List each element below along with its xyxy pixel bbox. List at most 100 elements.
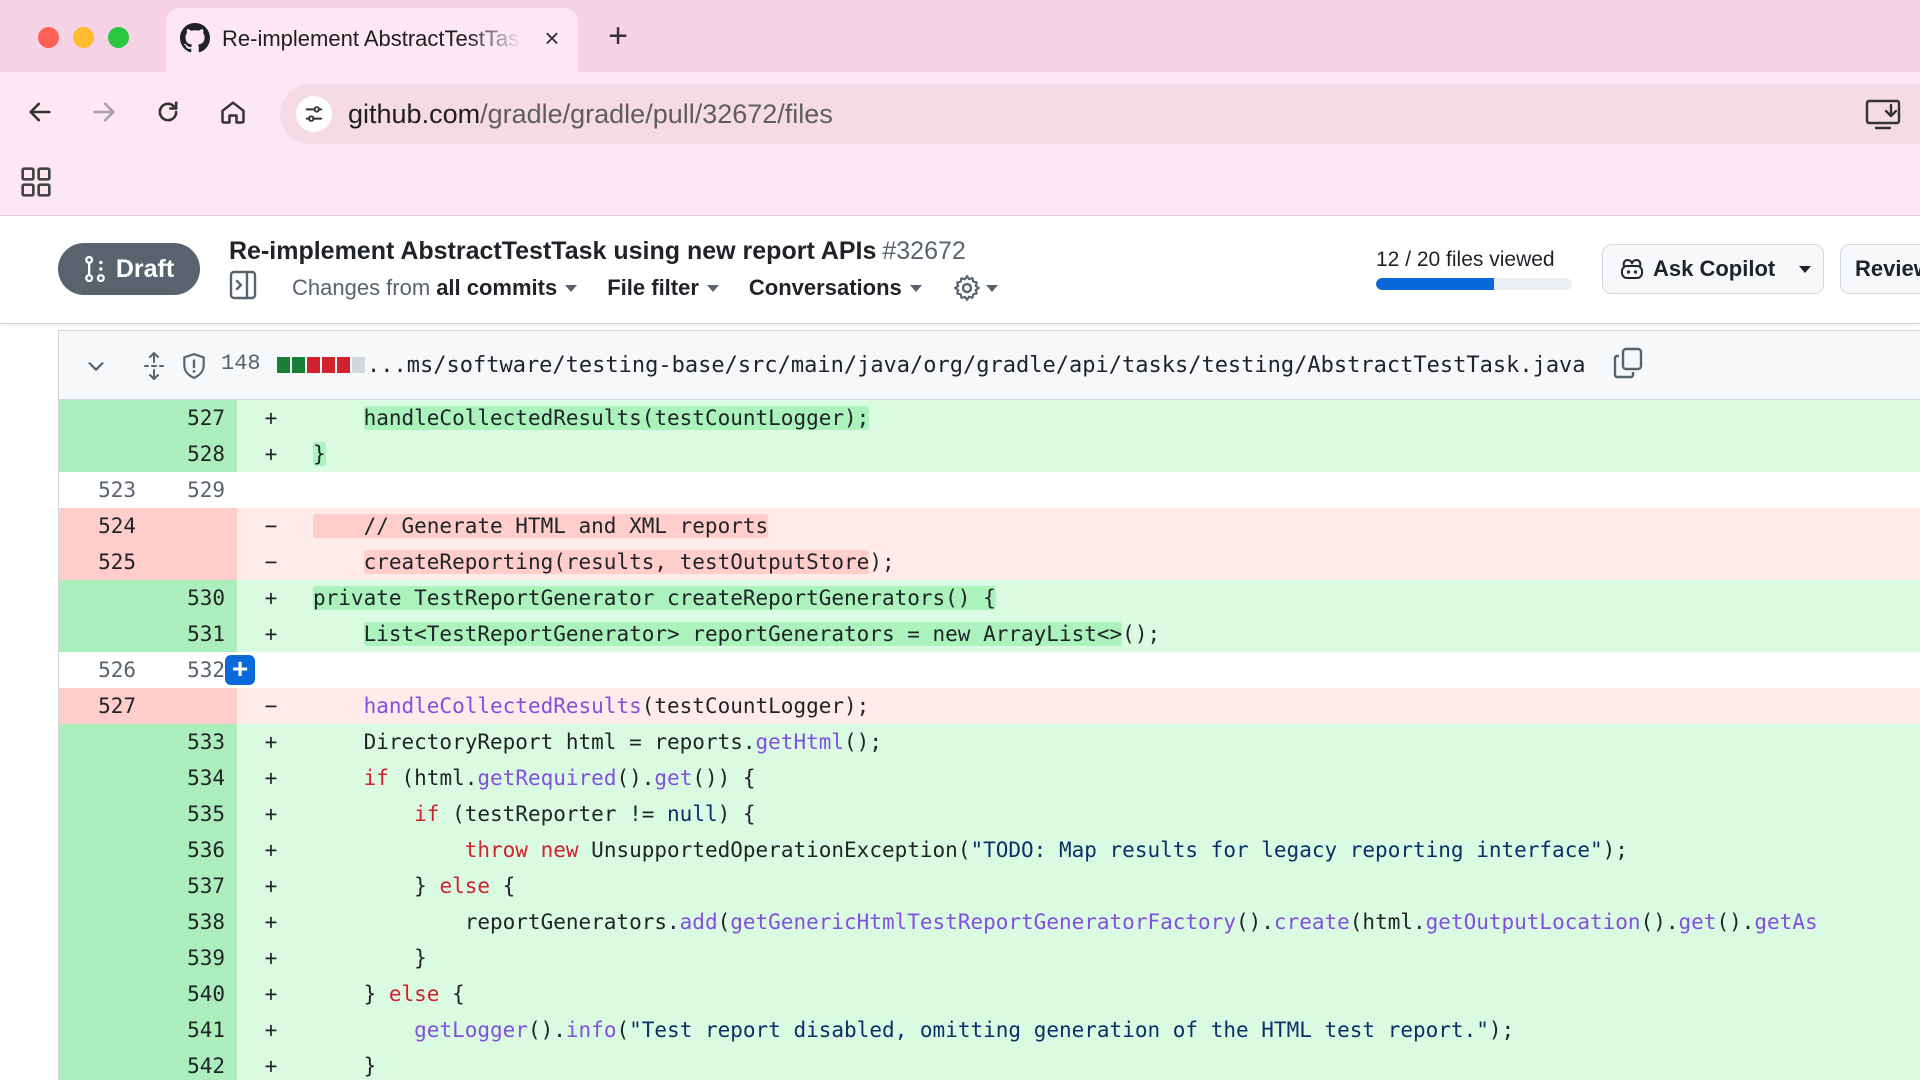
new-line-number[interactable]: 540 (148, 976, 237, 1012)
new-line-number[interactable]: 528 (148, 436, 237, 472)
new-line-number[interactable]: 530 (148, 580, 237, 616)
diffstat-square (352, 357, 365, 373)
code-token: new (540, 838, 579, 862)
code-line: handleCollectedResults(testCountLogger); (297, 688, 1920, 724)
old-line-number[interactable] (59, 796, 148, 832)
browser-toolbar: github.com/gradle/gradle/pull/32672/file… (0, 72, 1920, 152)
minimize-window-button[interactable] (73, 27, 94, 48)
old-line-number[interactable] (59, 1048, 148, 1080)
diff-row-added: 528 +} (59, 436, 1920, 472)
old-line-number[interactable] (59, 724, 148, 760)
old-line-number[interactable] (59, 580, 148, 616)
code-token: throw (464, 838, 528, 862)
new-line-number[interactable]: 535 (148, 796, 237, 832)
diff-row-deleted: 524 − // Generate HTML and XML reports (59, 508, 1920, 544)
changes-from-dropdown[interactable]: Changes from all commits (292, 275, 578, 301)
conversations-label: Conversations (748, 275, 902, 300)
diffstat-square (337, 357, 350, 373)
code-token: } (363, 1054, 377, 1078)
code-token: } (414, 946, 427, 970)
reload-button[interactable] (146, 90, 190, 134)
home-button[interactable] (211, 90, 255, 134)
pr-controls: Changes from all commits File filter Conv… (292, 272, 998, 304)
code-token: (html. (388, 766, 478, 790)
diff-settings-button[interactable] (952, 273, 998, 303)
new-line-number[interactable]: 532 (148, 652, 237, 688)
diff-sign: + (264, 946, 278, 970)
old-line-number[interactable]: 524 (59, 508, 148, 544)
back-button[interactable] (18, 90, 62, 134)
add-comment-button[interactable]: + (225, 655, 255, 685)
old-line-number[interactable] (59, 436, 148, 472)
old-line-number[interactable] (59, 1012, 148, 1048)
forward-button[interactable] (82, 90, 126, 134)
chevron-down-icon (565, 284, 578, 292)
old-line-number[interactable]: 526 (59, 652, 148, 688)
code-line: private TestReportGenerator createReport… (297, 580, 1920, 616)
new-line-number[interactable]: 536 (148, 832, 237, 868)
install-app-icon[interactable] (1864, 96, 1904, 132)
file-path[interactable]: ...ms/software/testing-base/src/main/jav… (367, 351, 1586, 381)
new-line-number[interactable]: 537 (148, 868, 237, 904)
address-bar[interactable]: github.com/gradle/gradle/pull/32672/file… (280, 84, 1920, 144)
maximize-window-button[interactable] (108, 27, 129, 48)
code-token: // Generate HTML and XML reports (313, 514, 769, 538)
ask-copilot-button[interactable]: Ask Copilot (1602, 244, 1824, 294)
close-tab-icon[interactable]: × (538, 24, 566, 52)
new-line-number[interactable] (148, 688, 237, 724)
close-window-button[interactable] (38, 27, 59, 48)
code-line: if (html.getRequired().get()) { (297, 760, 1920, 796)
old-line-number[interactable] (59, 976, 148, 1012)
changes-from-label: Changes from (292, 275, 431, 300)
file-filter-dropdown[interactable]: File filter (607, 275, 719, 301)
new-line-number[interactable]: 538 (148, 904, 237, 940)
copy-icon[interactable] (1613, 347, 1643, 379)
new-line-number[interactable]: 529 (148, 472, 237, 508)
code-token: ( (717, 910, 731, 934)
code-owners-button[interactable] (177, 349, 211, 383)
diff-row-added: 527 + handleCollectedResults(testCountLog… (59, 400, 1920, 436)
diff-row-deleted: 525 − createReporting(results, testOutput… (59, 544, 1920, 580)
diff-sign: + (264, 910, 278, 934)
changes-from-value: all commits (436, 275, 558, 300)
new-line-number[interactable]: 531 (148, 616, 237, 652)
old-line-number[interactable]: 527 (59, 688, 148, 724)
new-line-number[interactable]: 533 (148, 724, 237, 760)
code-line: } (297, 1048, 1920, 1080)
file-tree-toggle-icon[interactable] (229, 270, 257, 300)
new-tab-button[interactable]: + (602, 19, 634, 53)
old-line-number[interactable] (59, 832, 148, 868)
code-token: List<TestReportGenerator> reportGenerato… (363, 622, 1123, 646)
old-line-number[interactable] (59, 940, 148, 976)
diffstat-square (307, 357, 320, 373)
apps-grid-icon[interactable] (20, 166, 52, 198)
code-token: "Test report disabled, omitting generati… (629, 1018, 1489, 1042)
diffstat-square (292, 357, 305, 373)
old-line-number[interactable] (59, 868, 148, 904)
new-line-number[interactable] (148, 508, 237, 544)
new-line-number[interactable]: 527 (148, 400, 237, 436)
browser-tab-active[interactable]: Re-implement AbstractTestTask using new … (166, 8, 578, 72)
expand-all-button[interactable] (137, 349, 171, 383)
code-line: getLogger().info("Test report disabled, … (297, 1012, 1920, 1048)
conversations-dropdown[interactable]: Conversations (749, 275, 922, 301)
github-icon (180, 23, 210, 53)
new-line-number[interactable]: 534 (148, 760, 237, 796)
new-line-number[interactable] (148, 544, 237, 580)
old-line-number[interactable] (59, 400, 148, 436)
old-line-number[interactable] (59, 904, 148, 940)
old-line-number[interactable]: 523 (59, 472, 148, 508)
collapse-file-button[interactable] (79, 349, 113, 383)
new-line-number[interactable]: 541 (148, 1012, 237, 1048)
old-line-number[interactable] (59, 616, 148, 652)
review-button[interactable]: Review (1840, 244, 1920, 294)
new-line-number[interactable]: 539 (148, 940, 237, 976)
code-token: getGenericHtmlTestReportGeneratorFactory (730, 910, 1236, 934)
new-line-number[interactable]: 542 (148, 1048, 237, 1080)
code-line: // Generate HTML and XML reports (297, 508, 1920, 544)
old-line-number[interactable] (59, 760, 148, 796)
old-line-number[interactable]: 525 (59, 544, 148, 580)
url-text: github.com/gradle/gradle/pull/32672/file… (348, 98, 833, 130)
site-settings-icon[interactable] (296, 96, 332, 132)
